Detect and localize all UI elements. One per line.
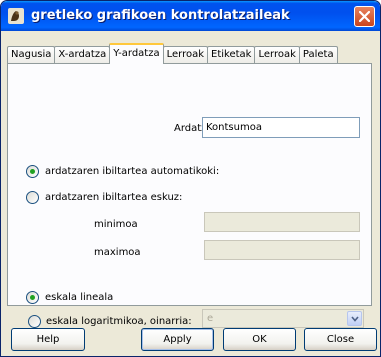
close-button[interactable]: Close — [304, 328, 377, 351]
close-window-button[interactable] — [354, 6, 375, 27]
scale-log-radio[interactable] — [28, 315, 41, 328]
title-bar[interactable]: gretleko grafikoen kontrolatzaileak — [1, 1, 380, 31]
min-input[interactable] — [204, 212, 360, 232]
close-icon — [359, 11, 370, 22]
range-auto-label[interactable]: ardatzaren ibiltartea automatikoki: — [45, 166, 219, 177]
scale-log-label[interactable]: eskala logaritmikoa, oinarria: — [46, 316, 192, 327]
tab-x-ardatza[interactable]: X-ardatza — [54, 46, 111, 64]
log-base-value: e — [207, 313, 214, 324]
tab-bar: Nagusia X-ardatza Y-ardatza Lerroak Etik… — [7, 43, 338, 64]
min-label: minimoa — [94, 219, 138, 230]
log-base-select[interactable]: e — [202, 309, 364, 328]
range-manual-label[interactable]: ardatzaren ibiltartea eskuz: — [45, 192, 182, 203]
tab-panel-y-axis: Ardatzen izenburua ardatzaren ibiltartea… — [7, 63, 372, 306]
axis-title-input[interactable] — [202, 117, 360, 138]
max-label: maximoa — [94, 247, 141, 258]
tab-lerroak[interactable]: Lerroak — [162, 46, 209, 64]
dialog-window: gretleko grafikoen kontrolatzaileak Nagu… — [0, 0, 381, 357]
dialog-client: Nagusia X-ardatza Y-ardatza Lerroak Etik… — [4, 31, 377, 355]
gretl-icon — [7, 7, 25, 25]
tab-y-ardatza[interactable]: Y-ardatza — [109, 43, 164, 64]
range-auto-radio[interactable] — [26, 165, 39, 178]
range-manual-radio[interactable] — [26, 191, 39, 204]
max-input[interactable] — [204, 240, 360, 260]
window-title: gretleko grafikoen kontrolatzaileak — [31, 8, 290, 23]
tab-etiketak[interactable]: Etiketak — [207, 46, 256, 64]
help-button[interactable]: Help — [11, 328, 85, 351]
tab-paleta[interactable]: Paleta — [298, 46, 338, 64]
scale-linear-label[interactable]: eskala lineala — [45, 292, 113, 303]
tab-nagusia[interactable]: Nagusia — [7, 46, 56, 64]
apply-button[interactable]: Apply — [141, 328, 214, 351]
log-base-dropdown-button[interactable] — [347, 311, 362, 326]
tab-lerroak-2[interactable]: Lerroak — [254, 46, 300, 64]
chevron-down-icon — [351, 316, 359, 322]
scale-linear-radio[interactable] — [26, 291, 39, 304]
ok-button[interactable]: OK — [223, 328, 296, 351]
